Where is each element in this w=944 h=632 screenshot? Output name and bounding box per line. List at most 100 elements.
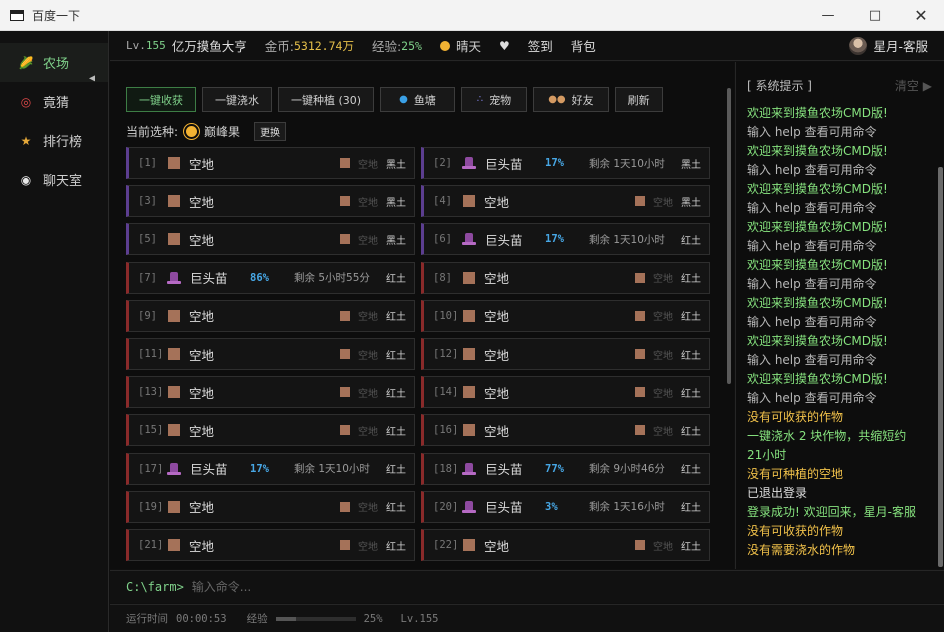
plot-index: [17] — [138, 462, 164, 475]
farm-plot[interactable]: [21] 空地 空地 红土 — [126, 529, 415, 561]
soil-tile-icon — [168, 539, 180, 551]
bag-button[interactable]: 背包 — [571, 36, 596, 55]
fish-pond-button[interactable]: ● 鱼塘 — [380, 87, 455, 112]
plot-index: [16] — [433, 424, 459, 437]
farm-plot[interactable]: [14] 空地 空地 红土 — [421, 376, 710, 409]
log-scrollbar[interactable] — [938, 167, 943, 567]
plot-soil-type: 黑土 — [386, 197, 406, 209]
log-entry: 输入 help 查看可用命令 — [747, 201, 877, 215]
farm-plot[interactable]: [15] 空地 空地 红土 — [126, 414, 415, 447]
log-entry: 没有需要浇水的作物 — [747, 543, 856, 557]
command-input[interactable] — [191, 580, 692, 594]
farm-plot[interactable]: [5] 空地 空地 黑土 — [126, 223, 415, 256]
pet-button[interactable]: ∴ 宠物 — [460, 87, 528, 112]
farm-plot[interactable]: [10] 空地 空地 红土 — [421, 299, 710, 332]
farm-plot[interactable]: [13] 空地 空地 红土 — [126, 376, 415, 409]
sidebar-item-leaderboard[interactable]: ★ 排行榜 — [0, 121, 108, 160]
harvest-all-button[interactable]: 一键收获 — [126, 87, 196, 112]
farm-plot[interactable]: [16] 空地 空地 红土 — [421, 414, 710, 447]
farm-plot[interactable]: [3] 空地 空地 黑土 — [126, 185, 415, 218]
people-icon: ●● — [548, 94, 566, 105]
corn-icon: 🌽 — [18, 55, 34, 70]
plot-soil-type: 黑土 — [681, 197, 701, 209]
plot-index: [15] — [138, 424, 164, 437]
plot-status: 空地 — [653, 197, 673, 209]
rabbit-icon[interactable]: ♥ — [499, 39, 510, 53]
farm-plot[interactable]: [22] 空地 空地 红土 — [421, 529, 710, 561]
plot-crop-name: 巨头苗 — [190, 462, 228, 478]
farm-plot[interactable]: [12] 空地 空地 红土 — [421, 338, 710, 370]
exp-value: 25% — [401, 38, 422, 53]
runtime-label: 运行时间 — [126, 613, 168, 625]
plot-soil-type: 红土 — [386, 541, 406, 553]
farm-plot[interactable]: [18] 巨头苗 77% 剩余 9小时46分 红土 — [421, 452, 710, 485]
command-prompt: C:\farm> — [126, 580, 184, 594]
plot-soil-type: 红土 — [386, 274, 406, 286]
sun-icon — [439, 40, 450, 51]
farm-plot[interactable]: [20] 巨头苗 3% 剩余 1天16小时 红土 — [421, 490, 710, 523]
exp-percent: 25% — [363, 612, 383, 625]
crop-sprout-icon — [167, 271, 181, 284]
farm-plot[interactable]: [1] 空地 空地 黑土 — [126, 147, 415, 179]
plot-growth-percent: 17% — [250, 462, 269, 475]
plot-crop-name: 空地 — [484, 271, 510, 287]
soil-mini-icon — [340, 540, 350, 550]
maximize-button[interactable]: □ — [852, 0, 898, 31]
terminal-app-icon — [10, 9, 24, 21]
log-entry: 没有可收获的作物 — [747, 524, 844, 538]
seed-name: 巅峰果 — [204, 125, 241, 139]
friends-button[interactable]: ●● 好友 — [533, 87, 609, 112]
seed-label: 当前选种: — [126, 125, 179, 139]
farm-plot[interactable]: [11] 空地 空地 红土 — [126, 338, 415, 370]
farm-plot[interactable]: [4] 空地 空地 黑土 — [421, 185, 710, 218]
minimize-button[interactable]: — — [805, 0, 851, 31]
soil-tile-icon — [168, 233, 180, 246]
farm-plot[interactable]: [6] 巨头苗 17% 剩余 1天10小时 红土 — [421, 223, 710, 256]
avatar — [849, 36, 868, 55]
close-button[interactable]: ✕ — [898, 0, 944, 31]
farm-plot[interactable]: [2] 巨头苗 17% 剩余 1天10小时 黑土 — [421, 147, 710, 179]
plot-status: 空地 — [358, 503, 378, 515]
farm-plot[interactable]: [8] 空地 空地 红土 — [421, 261, 710, 294]
plot-crop-name: 空地 — [189, 423, 215, 439]
plot-index: [4] — [433, 195, 452, 208]
plot-status: 空地 — [653, 312, 673, 324]
sidebar-item-label: 排行榜 — [43, 135, 83, 150]
sidebar-item-chatroom[interactable]: ◉ 聊天室 — [0, 160, 108, 199]
farm-plot[interactable]: [7] 巨头苗 86% 剩余 5小时55分 红土 — [126, 261, 415, 294]
soil-tile-icon — [168, 157, 180, 169]
player-title: 亿万摸鱼大亨 — [171, 39, 247, 54]
refresh-button[interactable]: 刷新 — [614, 87, 663, 112]
plant-all-button[interactable]: 一键种植 (30) — [278, 87, 375, 112]
plot-scrollbar[interactable] — [727, 88, 731, 384]
user-menu[interactable]: 星月-客服 — [849, 36, 928, 55]
water-all-button[interactable]: 一键浇水 — [202, 87, 272, 112]
log-entry: 欢迎来到摸鱼农场CMD版! — [747, 106, 888, 120]
farm-plot[interactable]: [19] 空地 空地 红土 — [126, 490, 415, 523]
checkin-button[interactable]: 签到 — [528, 36, 553, 55]
plot-status: 空地 — [358, 312, 378, 324]
action-toolbar: 一键收获 一键浇水 一键种植 (30) ● 鱼塘 ∴ 宠物 ●● 好友 刷新 — [126, 87, 663, 112]
plot-soil-type: 红土 — [681, 541, 701, 553]
plot-soil-type: 红土 — [386, 503, 406, 515]
sidebar-item-label: 农场 — [43, 57, 70, 72]
sidebar-item-quiz[interactable]: ◎ 竟猜 — [0, 82, 108, 121]
plot-soil-type: 黑土 — [681, 159, 701, 171]
log-entry: 登录成功! 欢迎回来，星月-客服 — [747, 505, 916, 519]
exp-label: 经验: — [371, 39, 402, 54]
plot-index: [9] — [138, 309, 157, 322]
change-seed-button[interactable]: 更换 — [254, 122, 287, 141]
collapse-sidebar-icon[interactable]: ◀ — [89, 73, 95, 84]
farm-plot[interactable]: [17] 巨头苗 17% 剩余 1天10小时 红土 — [126, 452, 415, 485]
plot-soil-type: 红土 — [681, 312, 701, 324]
plot-index: [18] — [433, 462, 459, 475]
log-entry: 一键浇水 2 块作物，共缩短约 21小时 — [747, 429, 907, 462]
soil-mini-icon — [340, 349, 350, 359]
farm-plot[interactable]: [9] 空地 空地 红土 — [126, 299, 415, 332]
clear-log-button[interactable]: 清空 ▶ — [895, 77, 932, 94]
plot-crop-name: 空地 — [189, 156, 215, 172]
plot-soil-type: 红土 — [681, 350, 701, 362]
soil-tile-icon — [168, 195, 180, 208]
log-title: [ 系统提示 ] — [747, 79, 812, 93]
plot-status: 空地 — [653, 426, 673, 438]
